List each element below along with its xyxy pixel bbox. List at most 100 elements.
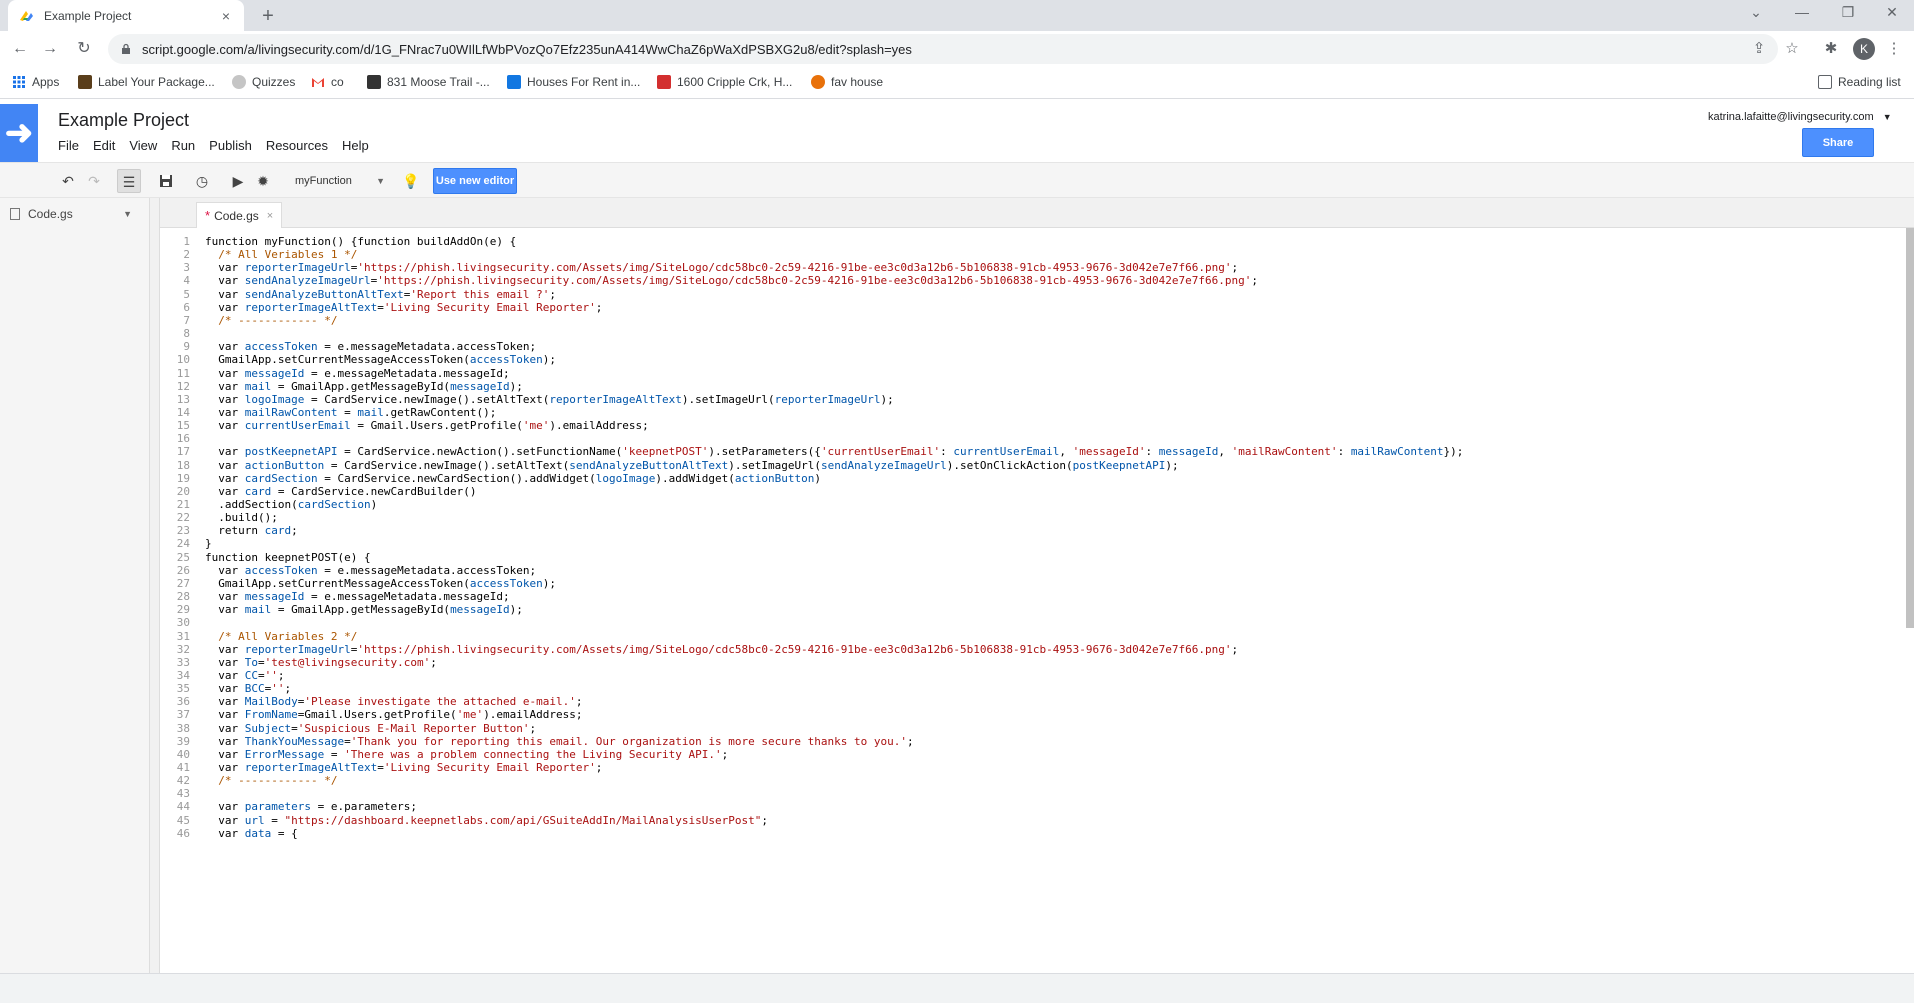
function-select[interactable]: myFunction ▼ [287, 169, 391, 193]
code-token: var [205, 274, 245, 288]
code-token: ); [542, 576, 557, 590]
triggers-clock-icon[interactable]: ◷ [190, 169, 214, 193]
reading-list-icon [1818, 75, 1832, 89]
address-bar[interactable]: script.google.com/a/livingsecurity.com/d… [108, 34, 1778, 64]
debug-bug-icon[interactable]: ✹ [251, 169, 275, 193]
bookmark-label-your-package[interactable]: Label Your Package... [78, 75, 215, 89]
reload-button[interactable]: ↻ [74, 39, 94, 59]
code-token: reporterImageAltText [244, 300, 378, 314]
restore-button[interactable]: ❐ [1828, 4, 1868, 21]
browser-tab-active[interactable]: Example Project × [8, 0, 244, 31]
menu-resources[interactable]: Resources [266, 138, 328, 153]
code-token: ; [595, 761, 603, 774]
code-token: = e.messageMetadata.accessToken; [317, 340, 537, 354]
code-token: = [337, 405, 358, 419]
back-button[interactable]: ← [10, 39, 30, 59]
url-text: script.google.com/a/livingsecurity.com/d… [142, 41, 912, 57]
close-icon[interactable]: × [267, 210, 273, 222]
indent-toggle-icon[interactable]: ☰ [117, 169, 141, 193]
extensions-icon[interactable]: ✱ [1821, 39, 1841, 57]
code-token: ); [1165, 458, 1179, 472]
code-token: ; [1231, 261, 1239, 275]
code-token: var [205, 392, 245, 406]
menu-help[interactable]: Help [342, 138, 369, 153]
code-token: 'mailRawContent' [1231, 445, 1338, 459]
code-token: accessToken [469, 353, 543, 367]
forward-button[interactable]: → [40, 39, 60, 59]
new-tab-button[interactable]: + [256, 4, 280, 28]
save-icon[interactable] [154, 169, 178, 193]
code-token: = GmailApp.getMessageById( [271, 603, 451, 617]
editor-tab-code-gs[interactable]: * Code.gs × [196, 202, 283, 228]
code-token: ; [549, 287, 557, 301]
profile-avatar[interactable]: K [1853, 38, 1875, 60]
code-token: ); [509, 603, 523, 617]
code-token: var [205, 419, 245, 433]
apps-script-logo-icon[interactable]: ➜ [0, 104, 38, 162]
menu-run[interactable]: Run [171, 138, 195, 153]
editor-scrollbar[interactable] [1906, 228, 1914, 628]
code-token: postKeepnetAPI [1072, 458, 1166, 472]
code-line[interactable]: 46 var data = { [160, 826, 1900, 842]
bookmark-apps[interactable]: Apps [12, 75, 59, 89]
code-token: = [377, 300, 384, 314]
code-token: accessToken [469, 576, 543, 590]
code-token: ); [542, 353, 557, 367]
undo-icon[interactable]: ↶ [56, 169, 80, 193]
use-new-editor-button[interactable]: Use new editor [433, 168, 517, 194]
redo-icon[interactable]: ↷ [82, 169, 106, 193]
tab-search-icon[interactable]: ⌄ [1736, 4, 1776, 21]
code-token: actionButton [244, 458, 325, 472]
share-button[interactable]: Share [1802, 128, 1874, 157]
account-switcher[interactable]: katrina.lafaitte@livingsecurity.com ▼ [1708, 111, 1892, 123]
code-token: sendAnalyzeImageUrl [820, 458, 947, 472]
panel-divider[interactable] [150, 198, 160, 973]
code-token: var [205, 563, 245, 577]
menu-edit[interactable]: Edit [93, 138, 115, 153]
chevron-down-icon[interactable]: ▼ [123, 209, 132, 219]
run-icon[interactable]: ▶ [226, 169, 250, 193]
menu-file[interactable]: File [58, 138, 79, 153]
code-token: mailRawContent [1350, 445, 1444, 459]
browser-toolbar: ← → ↻ script.google.com/a/livingsecurity… [0, 31, 1914, 67]
code-token: var [205, 761, 245, 774]
function-select-value: myFunction [295, 175, 352, 187]
project-title[interactable]: Example Project [58, 110, 189, 131]
bookmark-quizzes[interactable]: Quizzes [232, 75, 295, 89]
menu-view[interactable]: View [129, 138, 157, 153]
tab-title: Example Project [44, 8, 132, 23]
code-token: To [244, 655, 258, 669]
code-token: function keepnetPOST(e) { [205, 550, 371, 564]
code-token: ; [430, 655, 437, 669]
code-token: /* All Veriables 1 */ [205, 248, 358, 262]
file-item-code-gs[interactable]: Code.gs ▼ [0, 202, 148, 226]
menu-publish[interactable]: Publish [209, 138, 252, 153]
reading-list-button[interactable]: Reading list [1818, 75, 1901, 89]
apps-script-favicon-icon [18, 8, 34, 24]
bookmark-831-moose-trail[interactable]: 831 Moose Trail -... [367, 75, 490, 89]
bookmark-1600-cripple-crk[interactable]: 1600 Cripple Crk, H... [657, 75, 792, 89]
code-token: MailBody [244, 695, 298, 709]
bookmark-label: Quizzes [252, 75, 296, 89]
bookmark-houses-for-rent[interactable]: Houses For Rent in... [507, 75, 640, 89]
code-token: 'There was a problem connecting the Livi… [344, 747, 722, 761]
code-token: ).setImageUrl( [728, 458, 821, 472]
close-window-button[interactable]: ✕ [1872, 4, 1912, 21]
share-page-icon[interactable]: ⇪ [1749, 39, 1769, 57]
code-token: = CardService.newCardBuilder() [271, 484, 477, 498]
code-token: =Gmail.Users.getProfile( [297, 708, 457, 722]
code-token: } [205, 537, 212, 551]
bookmark-fav-house[interactable]: fav house [811, 75, 883, 89]
redfin-icon [811, 75, 825, 89]
bookmark-star-icon[interactable]: ☆ [1782, 39, 1802, 57]
code-token: 'me' [522, 419, 550, 433]
minimize-button[interactable]: — [1782, 4, 1822, 20]
code-token: mail [244, 379, 272, 393]
code-token: card [244, 484, 272, 498]
bookmark-co[interactable]: co [311, 75, 344, 89]
close-tab-icon[interactable]: × [218, 8, 234, 24]
lightbulb-icon[interactable]: 💡 [399, 169, 423, 193]
browser-menu-icon[interactable]: ⋮ [1884, 39, 1904, 57]
code-editor[interactable]: 1 function myFunction() {function buildAd… [160, 228, 1908, 973]
bookmark-label: 831 Moose Trail -... [387, 75, 490, 89]
